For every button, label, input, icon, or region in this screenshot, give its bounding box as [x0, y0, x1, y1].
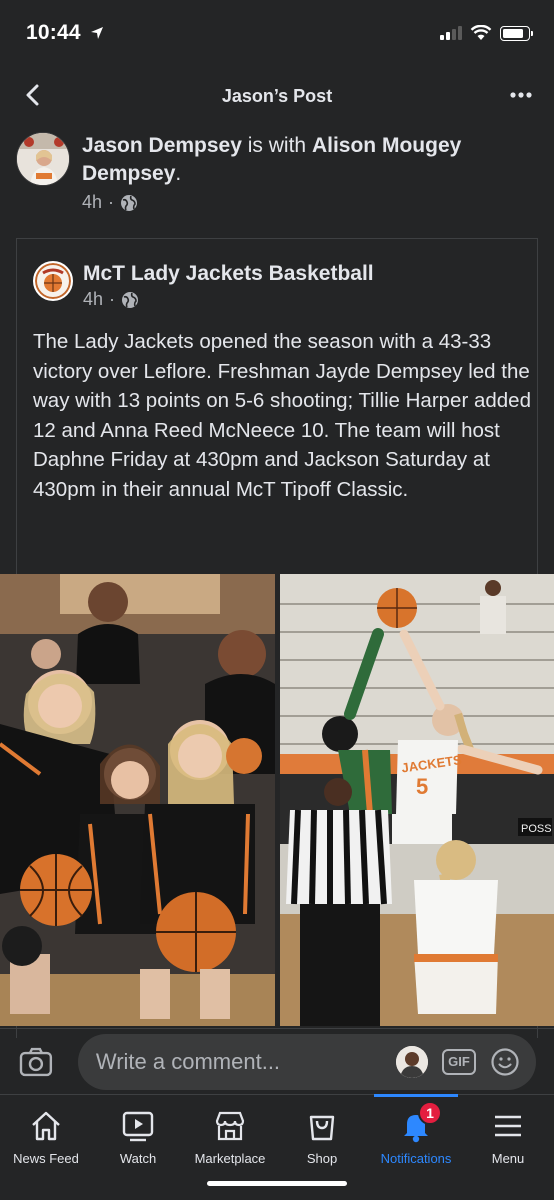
nav-marketplace[interactable]: Marketplace: [184, 1095, 276, 1175]
post-time[interactable]: 4h: [82, 192, 102, 213]
page-name[interactable]: McT Lady Jackets Basketball: [83, 261, 374, 287]
page-title: Jason’s Post: [221, 85, 333, 106]
post-body-text: The Lady Jackets opened the season with …: [33, 330, 531, 501]
nav-label: Marketplace: [194, 1151, 266, 1166]
post-photos: JACKETS 5 POSS: [0, 574, 554, 1026]
nav-label: Shop: [306, 1151, 338, 1166]
team-photo[interactable]: [0, 574, 275, 1026]
end-punct: .: [175, 162, 182, 185]
emoji-icon[interactable]: [490, 1047, 520, 1077]
shared-meta-separator: ·: [109, 289, 116, 309]
comment-input[interactable]: Write a comment... GIF: [77, 1033, 536, 1090]
globe-icon: [121, 194, 138, 211]
marketplace-icon: [215, 1111, 245, 1141]
camera-icon[interactable]: [18, 1044, 54, 1080]
comment-placeholder: Write a comment...: [95, 1048, 281, 1074]
post-header: Jason’s Post: [0, 66, 554, 126]
status-time: 10:44: [26, 21, 81, 44]
jersey-number: 5: [416, 774, 428, 799]
battery-icon: [500, 25, 533, 41]
nav-notifications[interactable]: 1 Notifications: [370, 1095, 462, 1175]
more-options-icon[interactable]: [508, 82, 534, 108]
author-name[interactable]: Jason Dempsey: [82, 134, 242, 157]
gif-button[interactable]: GIF: [442, 1048, 476, 1075]
nav-label: Menu: [491, 1151, 525, 1166]
wifi-icon: [470, 25, 492, 40]
nav-label: Watch: [119, 1151, 157, 1166]
post-author-row: Jason Dempsey is with Alison Mougey Demp…: [16, 132, 538, 213]
home-indicator[interactable]: [207, 1181, 347, 1186]
post-meta: 4h ·: [82, 192, 522, 213]
tipoff-photo[interactable]: JACKETS 5 POSS: [280, 574, 554, 1026]
shared-meta: 4h ·: [83, 289, 374, 310]
user-avatar[interactable]: [396, 1045, 428, 1078]
nav-watch[interactable]: Watch: [92, 1095, 184, 1175]
home-icon: [32, 1111, 60, 1141]
nav-news-feed[interactable]: News Feed: [0, 1095, 92, 1175]
author-line: Jason Dempsey is with Alison Mougey Demp…: [82, 132, 522, 188]
shop-icon: [309, 1115, 335, 1141]
meta-separator: ·: [108, 192, 115, 212]
page-avatar[interactable]: [33, 261, 73, 301]
banner-text: POSS: [521, 823, 552, 835]
globe-icon: [122, 291, 139, 308]
status-indicators: [440, 25, 533, 41]
nav-label: News Feed: [13, 1151, 79, 1166]
shared-time[interactable]: 4h: [83, 289, 103, 310]
cellular-signal-icon: [440, 26, 462, 40]
watch-icon: [122, 1111, 154, 1142]
nav-menu[interactable]: Menu: [462, 1095, 554, 1175]
location-arrow-icon: [90, 27, 103, 39]
bottom-nav: News Feed Watch Marketplace Shop 1 Notif…: [0, 1094, 554, 1200]
comment-bar: Write a comment... GIF: [0, 1028, 554, 1094]
shared-page-row: McT Lady Jackets Basketball 4h ·: [33, 261, 374, 310]
notification-badge: 1: [418, 1101, 442, 1125]
author-text: Jason Dempsey is with Alison Mougey Demp…: [82, 132, 522, 213]
with-text: is with: [247, 134, 307, 157]
menu-icon: [495, 1115, 521, 1137]
back-arrow-icon[interactable]: [20, 81, 48, 109]
author-avatar[interactable]: [16, 132, 70, 186]
nav-label: Notifications: [380, 1151, 452, 1166]
nav-shop[interactable]: Shop: [276, 1095, 368, 1175]
status-bar: 10:44: [0, 0, 554, 66]
